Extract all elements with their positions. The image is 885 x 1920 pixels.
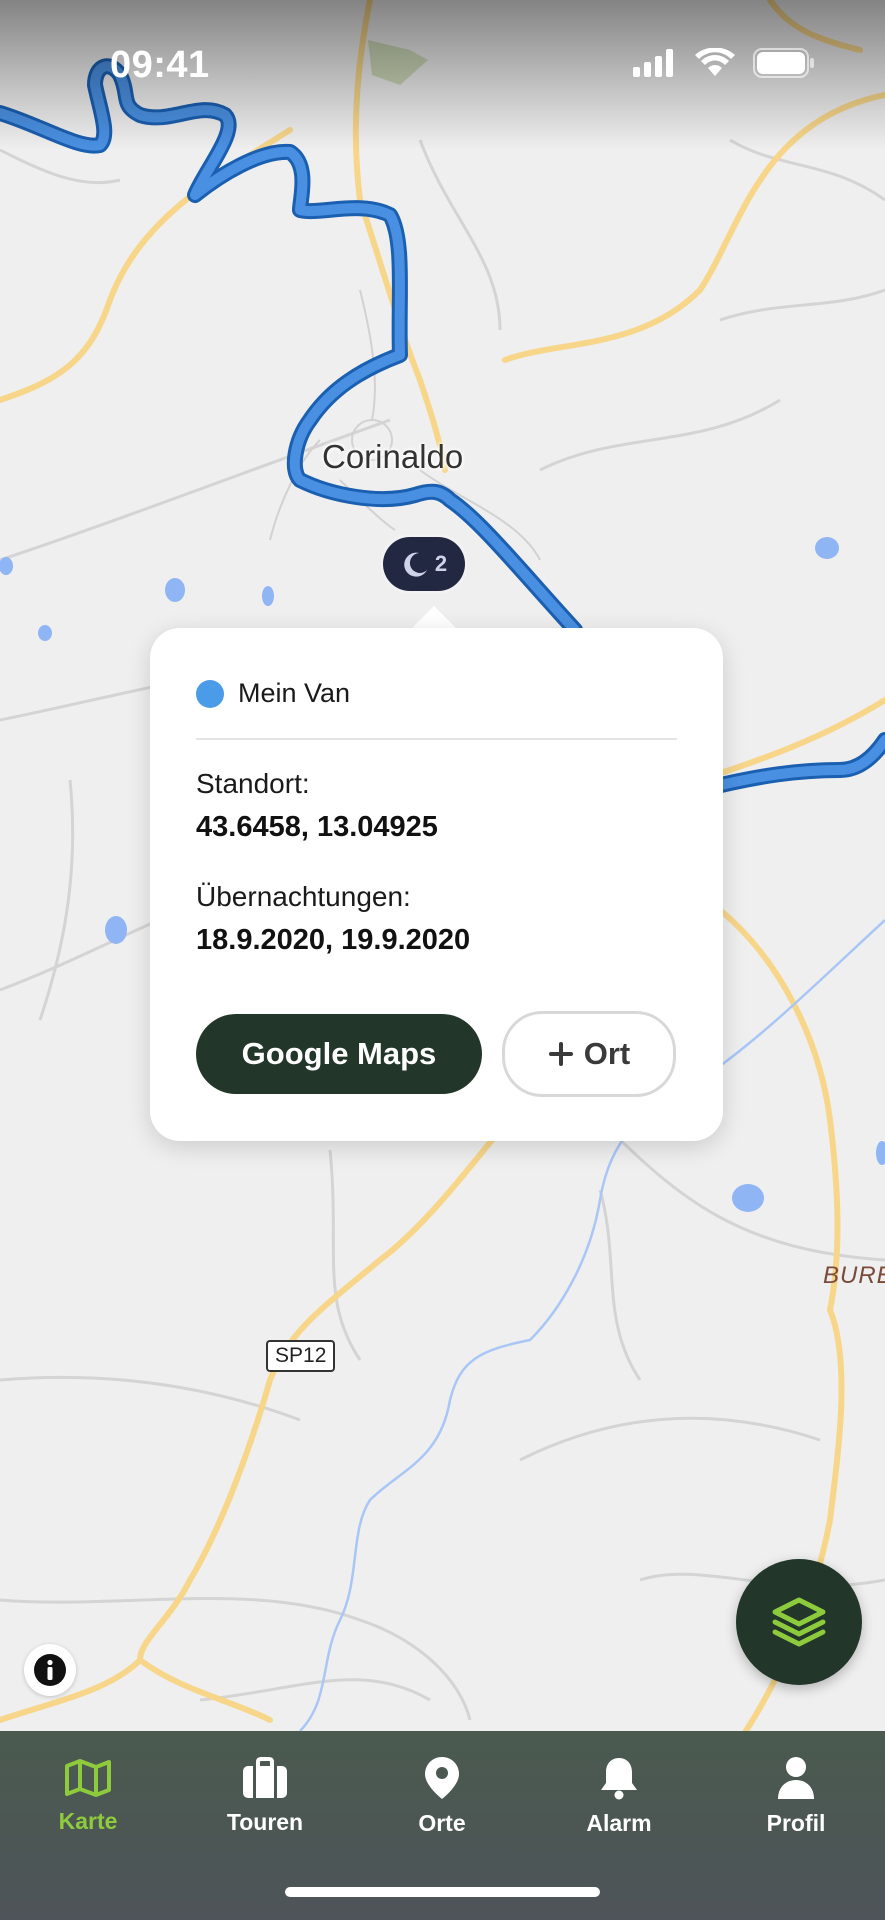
overnight-count: 2 [434,551,448,576]
home-indicator [285,1887,600,1897]
popup-divider [196,738,677,740]
vehicle-name: Mein Van [238,678,351,708]
road-shield: SP12 [266,1340,336,1372]
map-info-button[interactable] [24,1644,76,1696]
add-place-label: Ort [583,1036,631,1071]
plus-icon [548,1042,573,1066]
signal-icon [633,49,673,77]
wifi-icon [695,48,735,76]
tab-touren[interactable]: Touren [190,1741,340,1851]
google-maps-button[interactable]: Google Maps [196,1014,482,1094]
tab-orte[interactable]: Orte [367,1741,517,1851]
moon-icon [404,552,427,577]
status-icons [633,48,815,78]
location-popup: Mein Van Standort: 43.6458, 13.04925 Übe… [150,628,723,1141]
tab-label: Karte [58,1807,118,1834]
location-pin-icon [425,1756,459,1799]
map-place-label: BURE [823,1262,885,1289]
info-icon [34,1654,66,1686]
location-value: 43.6458, 13.04925 [196,811,438,843]
tab-alarm[interactable]: Alarm [544,1741,694,1851]
suitcase-icon [243,1756,287,1798]
tab-label: Orte [418,1809,466,1836]
tab-karte[interactable]: Karte [13,1741,163,1851]
tab-label: Touren [226,1808,304,1835]
tab-label: Profil [766,1809,826,1836]
nights-value: 18.9.2020, 19.9.2020 [196,924,471,956]
overnight-marker[interactable]: 2 [383,537,465,591]
vehicle-row: Mein Van [196,678,350,709]
bell-icon [601,1757,637,1799]
layers-icon [772,1597,826,1647]
tab-profil[interactable]: Profil [721,1741,871,1851]
popup-arrow [410,606,458,630]
map-icon [65,1758,111,1797]
nights-label: Übernachtungen: [196,881,411,912]
layers-button[interactable] [736,1559,862,1685]
location-label: Standort: [196,768,310,799]
add-place-button[interactable]: Ort [502,1011,676,1097]
user-icon [778,1756,814,1799]
battery-icon [753,48,814,78]
map-town-label: Corinaldo [322,438,464,475]
tab-label: Alarm [586,1809,652,1836]
vehicle-color-dot [196,679,224,708]
status-time: 09:41 [110,44,210,86]
